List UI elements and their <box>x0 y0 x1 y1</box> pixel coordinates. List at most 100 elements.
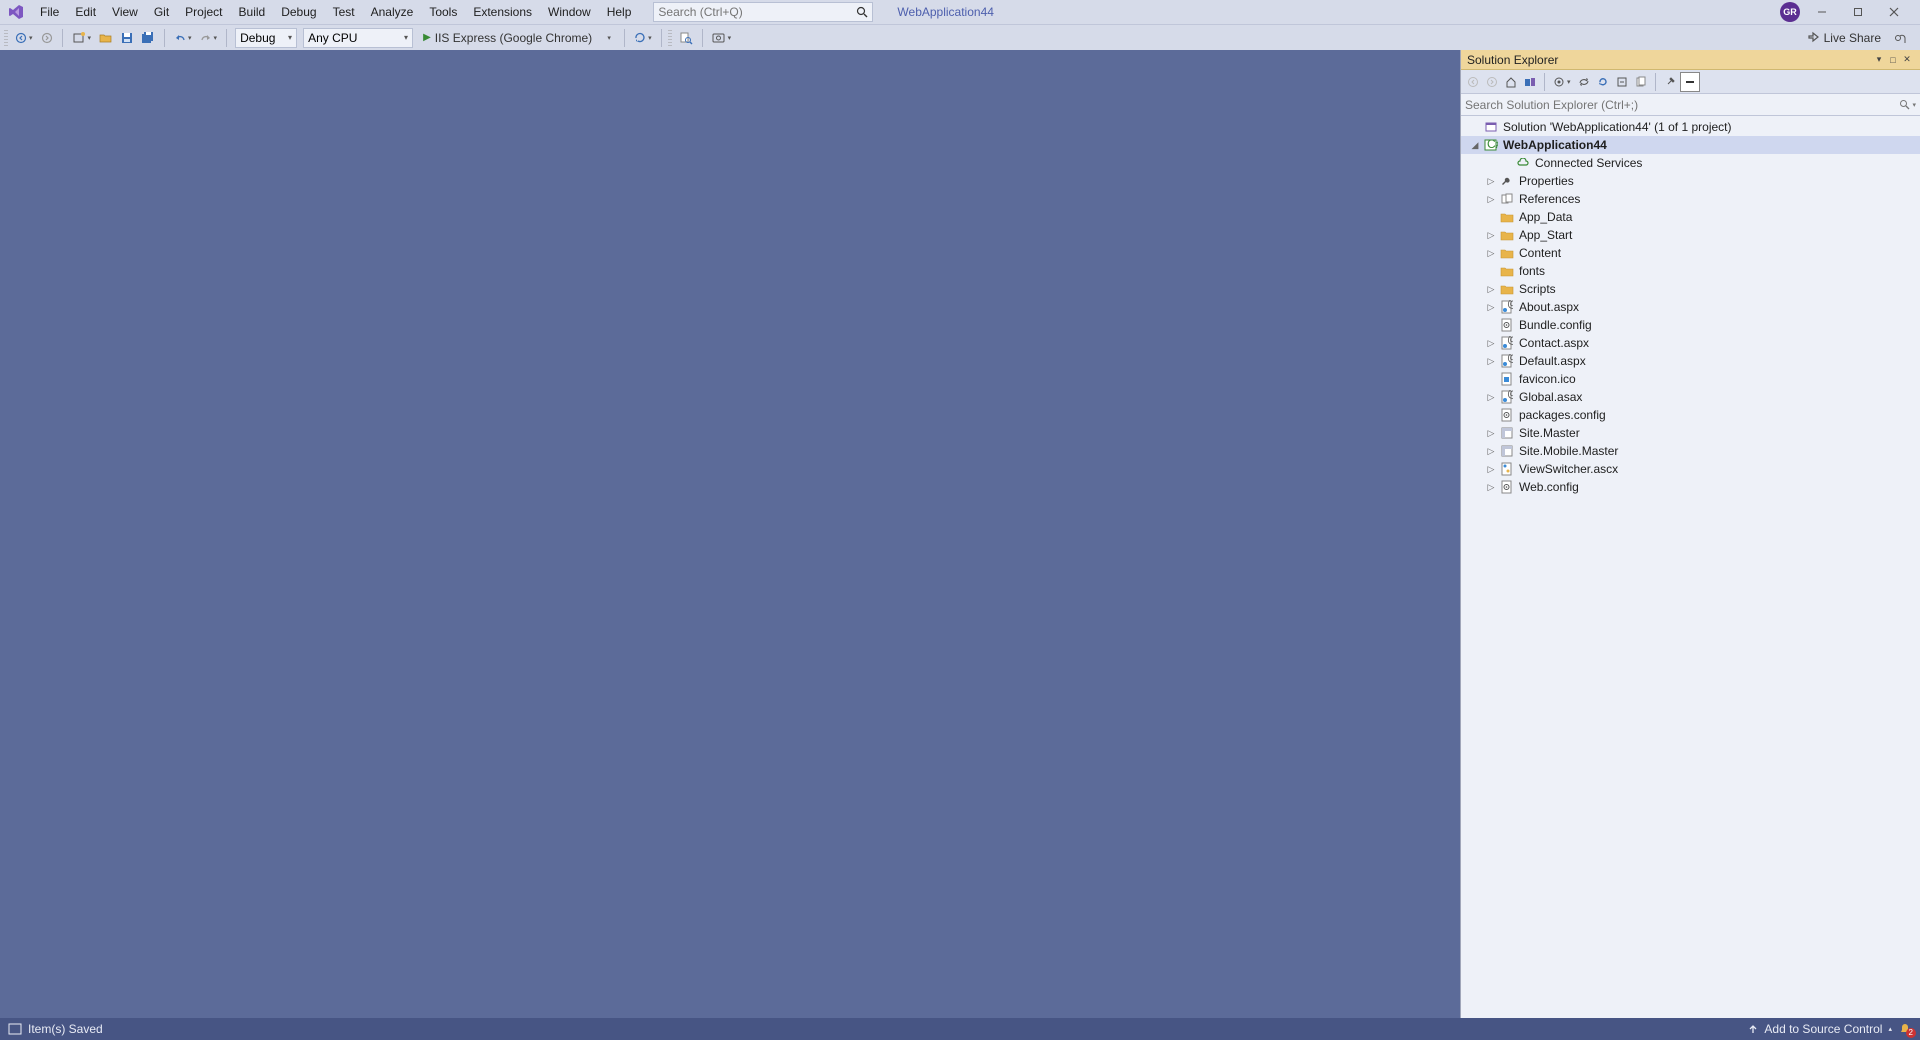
expander-icon[interactable]: ▷ <box>1485 284 1497 295</box>
status-text: Item(s) Saved <box>28 1022 103 1036</box>
preview-selected-icon[interactable] <box>1680 72 1700 92</box>
tree-node[interactable]: ▷@About.aspx <box>1461 298 1920 316</box>
expander-icon[interactable]: ▷ <box>1485 302 1497 313</box>
tree-node[interactable]: ▷ViewSwitcher.ascx <box>1461 460 1920 478</box>
tree-node[interactable]: ▷@Global.asax <box>1461 388 1920 406</box>
platform-combo[interactable]: Any CPU▾ <box>303 28 413 48</box>
expander-icon[interactable]: ▷ <box>1485 446 1497 457</box>
output-window-icon[interactable] <box>8 1023 22 1035</box>
tree-node[interactable]: ▷Content <box>1461 244 1920 262</box>
menu-file[interactable]: File <box>32 2 67 22</box>
configuration-combo[interactable]: Debug▾ <box>235 28 297 48</box>
expander-icon[interactable]: ▷ <box>1485 482 1497 493</box>
tree-node[interactable]: ▷@Contact.aspx <box>1461 334 1920 352</box>
close-button[interactable] <box>1880 2 1908 22</box>
redo-button[interactable] <box>197 28 221 48</box>
save-all-button[interactable] <box>138 28 158 48</box>
toolbar-grip[interactable] <box>668 29 672 47</box>
expander-icon[interactable]: ▷ <box>1485 428 1497 439</box>
source-control-button[interactable]: Add to Source Control <box>1764 1022 1882 1036</box>
start-debugging-button[interactable]: ▶IIS Express (Google Chrome) <box>417 28 598 48</box>
tree-node[interactable]: ▷@Default.aspx <box>1461 352 1920 370</box>
expander-icon[interactable]: ▷ <box>1485 392 1497 403</box>
panel-pin-button[interactable]: □ <box>1886 55 1900 65</box>
forward-icon[interactable] <box>1483 72 1501 92</box>
panel-close-button[interactable]: ✕ <box>1900 54 1914 65</box>
expander-icon[interactable]: ▷ <box>1485 464 1497 475</box>
maximize-button[interactable] <box>1844 2 1872 22</box>
source-control-dropdown[interactable]: ▴ <box>1888 1025 1892 1033</box>
tree-node[interactable]: favicon.ico <box>1461 370 1920 388</box>
expander-icon[interactable]: ◢ <box>1469 140 1481 151</box>
explorer-search[interactable]: ▾ <box>1461 94 1920 116</box>
minimize-button[interactable] <box>1808 2 1836 22</box>
tree-node[interactable]: ▷Site.Master <box>1461 424 1920 442</box>
find-in-files-button[interactable] <box>676 28 696 48</box>
pending-changes-filter-icon[interactable] <box>1550 72 1574 92</box>
home-icon[interactable] <box>1502 72 1520 92</box>
open-file-button[interactable] <box>96 28 116 48</box>
screenshot-button[interactable] <box>709 28 735 48</box>
tree-node[interactable]: App_Data <box>1461 208 1920 226</box>
tree-node[interactable]: packages.config <box>1461 406 1920 424</box>
separator <box>661 29 662 47</box>
live-share-button[interactable]: Live Share <box>1803 28 1884 48</box>
menu-project[interactable]: Project <box>177 2 230 22</box>
panel-options-button[interactable]: ▾ <box>1872 54 1886 65</box>
tree-node[interactable]: ▷Scripts <box>1461 280 1920 298</box>
expander-icon[interactable]: ▷ <box>1485 176 1497 187</box>
separator <box>624 29 625 47</box>
sync-icon[interactable] <box>1575 72 1593 92</box>
new-project-button[interactable] <box>69 28 95 48</box>
notifications-button[interactable]: 2 <box>1898 1022 1912 1036</box>
tree-node[interactable]: ▷App_Start <box>1461 226 1920 244</box>
menu-edit[interactable]: Edit <box>67 2 104 22</box>
menu-build[interactable]: Build <box>231 2 274 22</box>
solution-node[interactable]: Solution 'WebApplication44' (1 of 1 proj… <box>1461 118 1920 136</box>
run-target-dropdown[interactable]: ▾ <box>600 28 618 48</box>
back-icon[interactable] <box>1464 72 1482 92</box>
user-avatar[interactable]: GR <box>1780 2 1800 22</box>
properties-icon[interactable] <box>1661 72 1679 92</box>
menu-debug[interactable]: Debug <box>273 2 324 22</box>
explorer-search-input[interactable] <box>1465 98 1899 112</box>
menu-extensions[interactable]: Extensions <box>465 2 540 22</box>
nav-back-button[interactable] <box>12 28 36 48</box>
menu-help[interactable]: Help <box>599 2 640 22</box>
tree-node[interactable]: Connected Services <box>1461 154 1920 172</box>
nav-forward-button[interactable] <box>38 28 56 48</box>
show-all-files-icon[interactable] <box>1632 72 1650 92</box>
menu-view[interactable]: View <box>104 2 146 22</box>
switch-views-icon[interactable] <box>1521 72 1539 92</box>
menu-analyze[interactable]: Analyze <box>363 2 422 22</box>
expander-icon[interactable]: ▷ <box>1485 356 1497 367</box>
expander-icon[interactable]: ▷ <box>1485 230 1497 241</box>
menu-window[interactable]: Window <box>540 2 599 22</box>
feedback-button[interactable] <box>1890 28 1910 48</box>
search-options-dropdown[interactable]: ▾ <box>1912 101 1916 109</box>
tree-node[interactable]: ▷Web.config <box>1461 478 1920 496</box>
config-icon <box>1499 317 1515 333</box>
project-node[interactable]: ◢ C# WebApplication44 <box>1461 136 1920 154</box>
expander-icon[interactable]: ▷ <box>1485 248 1497 259</box>
tree-node[interactable]: ▷Properties <box>1461 172 1920 190</box>
menu-test[interactable]: Test <box>325 2 363 22</box>
undo-button[interactable] <box>171 28 195 48</box>
toolbar-grip[interactable] <box>4 29 8 47</box>
panel-titlebar[interactable]: Solution Explorer ▾ □ ✕ <box>1461 50 1920 70</box>
search-input[interactable] <box>658 5 856 19</box>
publish-icon[interactable] <box>1748 1024 1758 1034</box>
tree-node[interactable]: ▷Site.Mobile.Master <box>1461 442 1920 460</box>
refresh-icon[interactable] <box>1594 72 1612 92</box>
expander-icon[interactable]: ▷ <box>1485 338 1497 349</box>
expander-icon[interactable]: ▷ <box>1485 194 1497 205</box>
tree-node[interactable]: ▷References <box>1461 190 1920 208</box>
global-search[interactable] <box>653 2 873 22</box>
tree-node[interactable]: Bundle.config <box>1461 316 1920 334</box>
tree-node[interactable]: fonts <box>1461 262 1920 280</box>
menu-git[interactable]: Git <box>146 2 177 22</box>
browser-link-button[interactable] <box>631 28 655 48</box>
collapse-all-icon[interactable] <box>1613 72 1631 92</box>
save-button[interactable] <box>118 28 136 48</box>
menu-tools[interactable]: Tools <box>421 2 465 22</box>
